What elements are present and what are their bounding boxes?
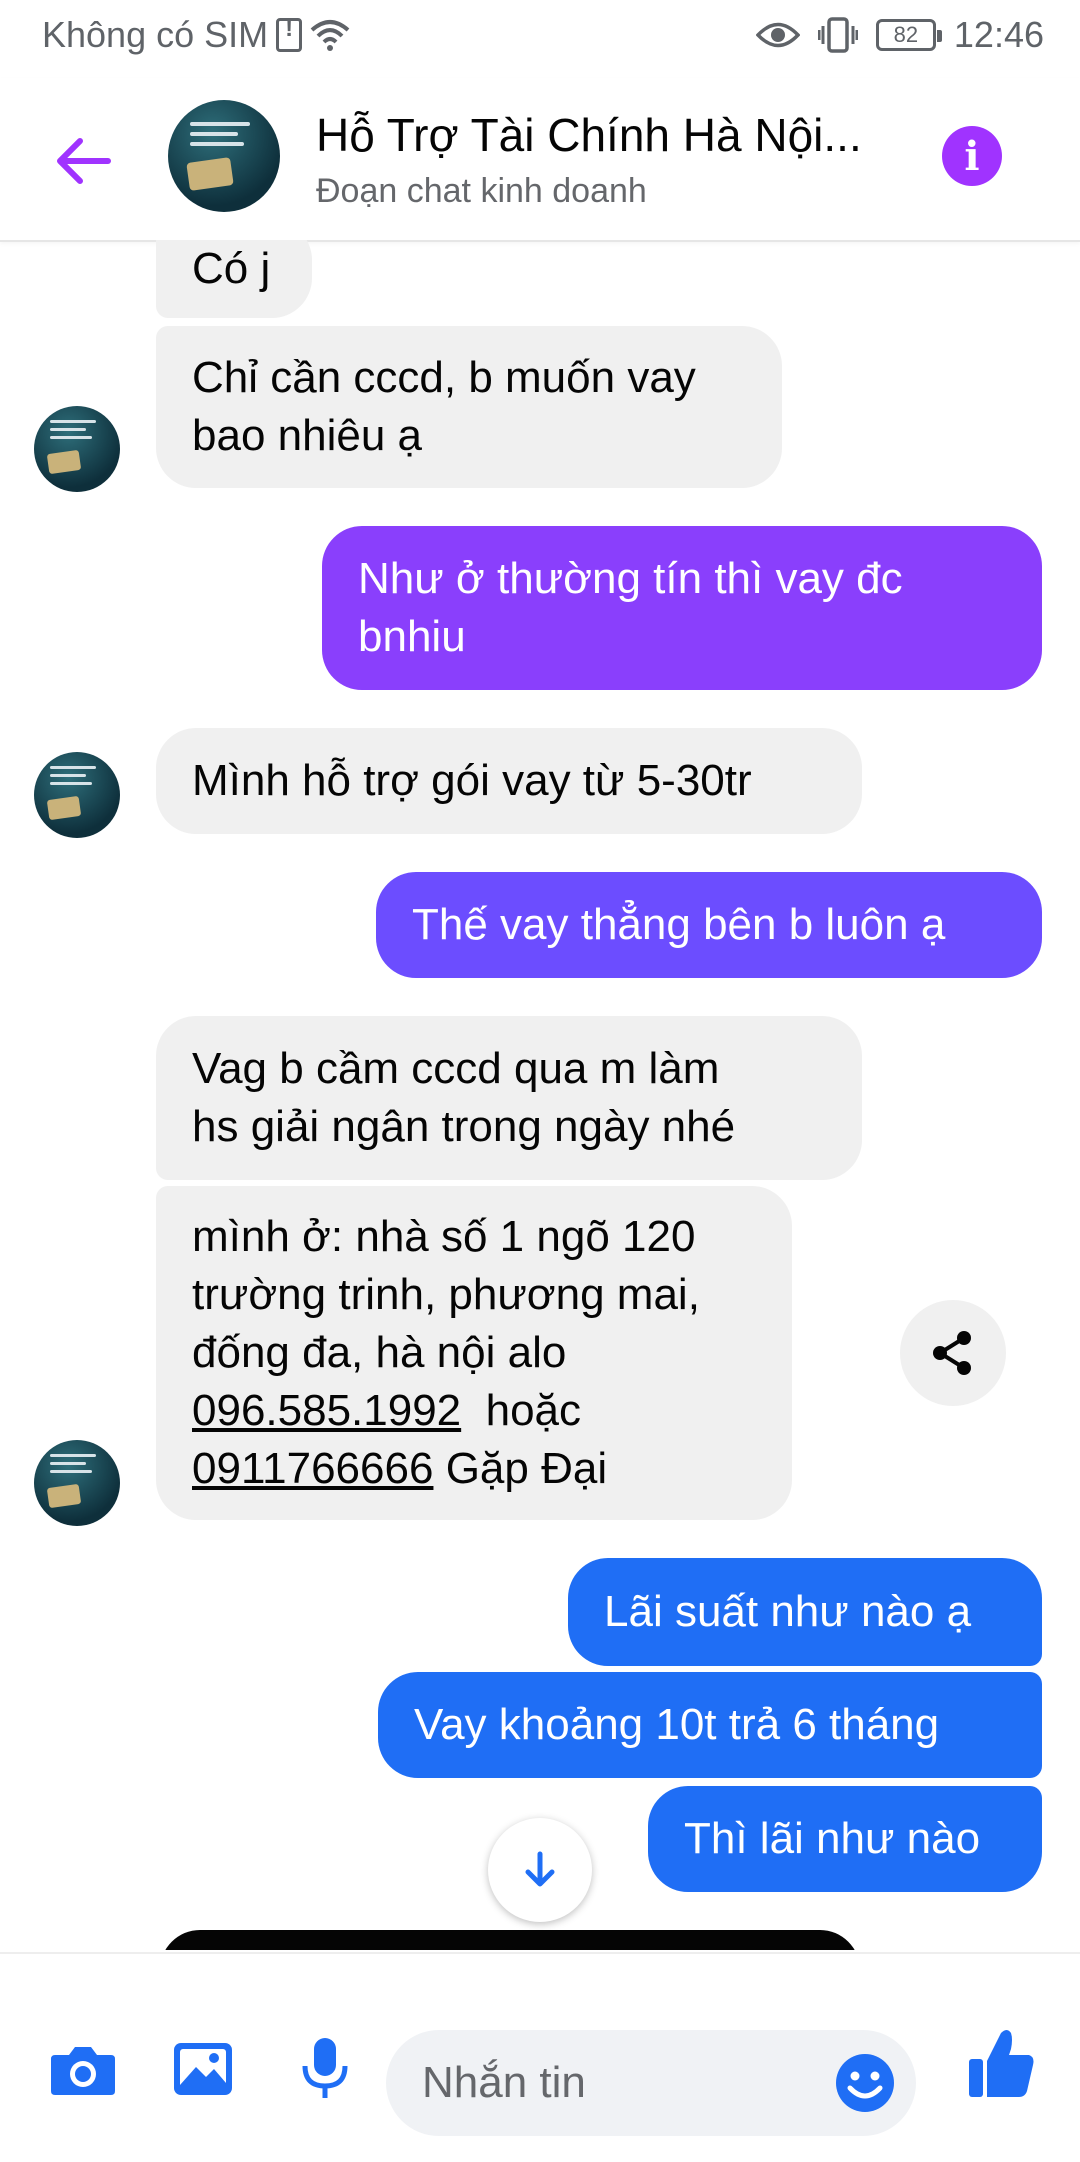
message-text: Thì lãi như nào	[684, 1814, 981, 1863]
eye-icon	[755, 22, 800, 48]
clock: 12:46	[953, 14, 1044, 55]
message-text: Mình hỗ trợ gói vay từ 5-30tr	[192, 756, 752, 805]
message-text: Lãi suất như nào ạ	[604, 1587, 972, 1636]
message-text: trường trinh, phương mai,	[192, 1270, 700, 1319]
camera-icon[interactable]	[48, 2036, 118, 2102]
sender-avatar[interactable]	[34, 406, 120, 492]
message-bubble-outgoing[interactable]: Như ở thường tín thì vay đc bnhiu	[322, 526, 1042, 690]
message-composer: Nhắn tin	[0, 1952, 1080, 2162]
message-text: 096.585.1992 hoặc	[192, 1382, 581, 1440]
wifi-icon	[310, 20, 350, 51]
conversation-title[interactable]: Hỗ Trợ Tài Chính Hà Nội...	[316, 108, 862, 162]
message-text: Thế vay thẳng bên b luôn ạ	[412, 900, 946, 949]
message-text: bao nhiêu ạ	[192, 411, 422, 460]
info-icon[interactable]: i	[942, 126, 1002, 186]
arrow-down-icon	[525, 1851, 555, 1887]
contact-avatar[interactable]	[168, 100, 280, 212]
message-text: Vay khoảng 10t trả 6 tháng	[414, 1700, 940, 1749]
media-message-preview[interactable]	[160, 1930, 860, 1950]
message-bubble-incoming[interactable]: Có j	[156, 240, 312, 318]
sender-avatar[interactable]	[34, 1440, 120, 1526]
message-bubble-outgoing[interactable]: Lãi suất như nào ạ	[568, 1558, 1042, 1666]
share-icon[interactable]	[900, 1300, 1006, 1406]
sender-avatar[interactable]	[34, 752, 120, 838]
message-list[interactable]: Có j Chỉ cần cccd, b muốn vay bao nhiêu …	[0, 240, 1080, 1950]
status-left: Không có SIM	[42, 14, 350, 56]
message-bubble-outgoing[interactable]: Thế vay thẳng bên b luôn ạ	[376, 872, 1042, 978]
message-bubble-outgoing[interactable]: Vay khoảng 10t trả 6 tháng	[378, 1672, 1042, 1778]
image-icon[interactable]	[168, 2036, 238, 2102]
message-text: đống đa, hà nội alo	[192, 1328, 567, 1377]
message-text: hoặc	[485, 1386, 582, 1435]
battery-icon: 82	[875, 19, 942, 51]
scroll-to-bottom-button[interactable]	[488, 1818, 592, 1922]
phone-link[interactable]: 0911766666	[192, 1444, 433, 1493]
message-text: Vag b cầm cccd qua m làm	[192, 1044, 720, 1093]
message-text: Chỉ cần cccd, b muốn vay	[192, 353, 696, 402]
message-bubble-incoming[interactable]: Mình hỗ trợ gói vay từ 5-30tr	[156, 728, 862, 834]
message-text: bnhiu	[358, 612, 466, 661]
status-right: 82 12:46	[755, 14, 1044, 56]
chat-header: Hỗ Trợ Tài Chính Hà Nội... Đoạn chat kin…	[0, 78, 1080, 242]
message-text: 0911766666 Gặp Đại	[192, 1440, 607, 1498]
message-text: Gặp Đại	[445, 1444, 608, 1493]
back-arrow-icon[interactable]	[48, 126, 118, 196]
message-bubble-outgoing[interactable]: Thì lãi như nào	[648, 1786, 1042, 1892]
message-bubble-incoming[interactable]: mình ở: nhà số 1 ngõ 120 trường trinh, p…	[156, 1186, 792, 1520]
message-text: hs giải ngân trong ngày nhé	[192, 1102, 736, 1151]
carrier-text: Không có SIM	[42, 14, 269, 55]
vibrate-icon	[817, 17, 858, 53]
message-bubble-incoming[interactable]: Chỉ cần cccd, b muốn vay bao nhiêu ạ	[156, 326, 782, 488]
emoji-icon[interactable]	[834, 2052, 896, 2114]
conversation-subtitle: Đoạn chat kinh doanh	[316, 172, 647, 210]
microphone-icon[interactable]	[290, 2036, 360, 2102]
status-bar: Không có SIM 82 12:46	[0, 0, 1080, 78]
sim-alert-icon	[276, 15, 303, 52]
message-bubble-incoming[interactable]: Vag b cầm cccd qua m làm hs giải ngân tr…	[156, 1016, 862, 1180]
message-text: mình ở: nhà số 1 ngõ 120	[192, 1212, 696, 1261]
message-text: Có j	[192, 244, 271, 293]
phone-link[interactable]: 096.585.1992	[192, 1386, 461, 1435]
message-input-placeholder: Nhắn tin	[422, 2058, 586, 2107]
message-text: Như ở thường tín thì vay đc	[358, 554, 903, 603]
thumbs-up-icon[interactable]	[966, 2024, 1038, 2104]
